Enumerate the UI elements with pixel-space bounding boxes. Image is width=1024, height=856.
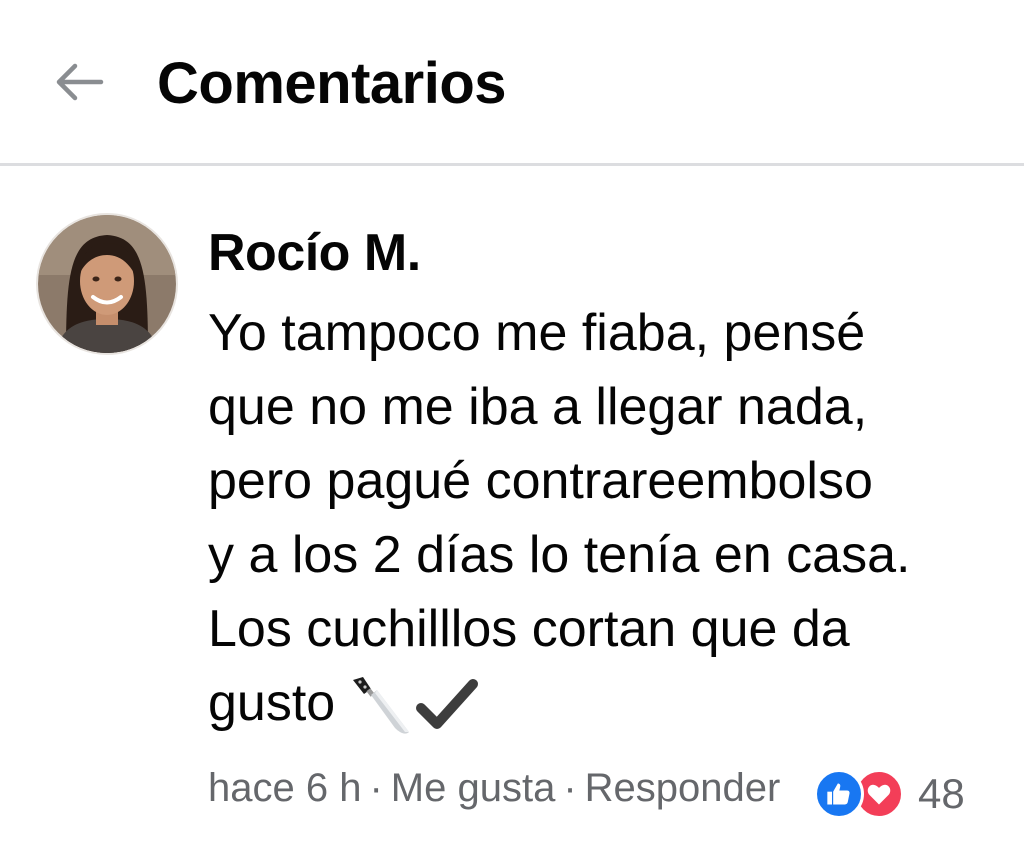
comment-last-line: gusto [208,666,1008,740]
comment-text-line: Los cuchilllos cortan que da [208,600,850,658]
separator: · [563,765,577,810]
comment-author[interactable]: Rocío M. [208,222,421,284]
arrow-left-icon [56,63,104,101]
comment-timestamp: hace 6 h [208,765,362,810]
separator: · [369,765,383,810]
reply-button[interactable]: Responder [585,766,781,811]
back-button[interactable] [48,56,108,108]
comment-text-line: que no me iba a llegar nada, [208,378,868,436]
like-icon [814,769,864,819]
like-button[interactable]: Me gusta [391,766,556,811]
comment-actions: hace 6 h · Me gusta · Responder [208,758,780,818]
header-divider [0,163,1024,166]
comment-text: Yo tampoco me fiaba, pensé que no me iba… [208,296,1008,740]
reaction-count: 48 [918,770,965,817]
avatar[interactable] [36,213,178,355]
check-mark-icon [416,679,479,730]
knife-icon [353,677,410,734]
comment-text-line: Yo tampoco me fiaba, pensé [208,304,866,362]
reactions-summary[interactable]: 48 [814,765,965,823]
comment-text-line: gusto [208,674,336,732]
page-title: Comentarios [157,51,507,116]
avatar-photo [38,215,176,353]
comment-text-line: pero pagué contrareembolso [208,452,873,510]
comment-text-line: y a los 2 días lo tenía en casa. [208,526,911,584]
header: Comentarios [0,0,1024,166]
